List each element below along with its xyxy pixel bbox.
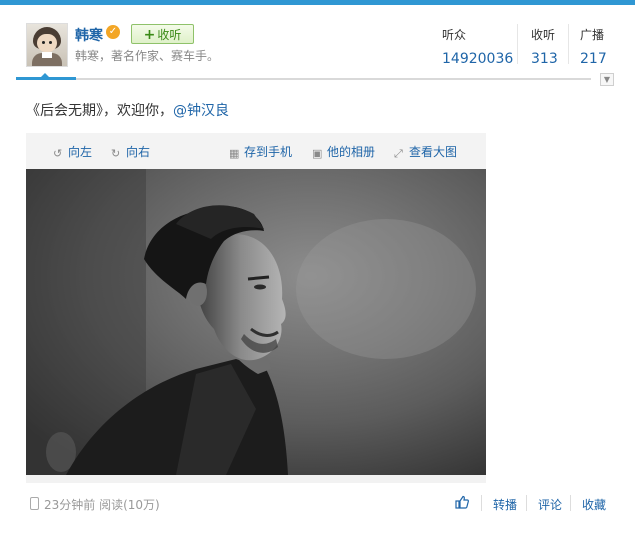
chevron-down-icon[interactable]: ▼ xyxy=(600,73,614,86)
profile-bio: 韩寒，著名作家、赛车手。 xyxy=(75,49,220,63)
post-meta: 23分钟前 阅读(10万) xyxy=(30,496,160,513)
divider xyxy=(481,495,482,511)
stat-following[interactable]: 收听 313 xyxy=(531,26,558,67)
rotate-right-label: 向右 xyxy=(126,145,151,159)
album-button[interactable]: ▣ 他的相册 xyxy=(312,143,375,160)
divider xyxy=(570,495,571,511)
follow-button-label: 收听 xyxy=(157,28,182,42)
post-text: 《后会无期》，欢迎你， xyxy=(26,103,173,119)
tab-underline xyxy=(16,78,591,80)
plus-icon: + xyxy=(143,27,156,43)
divider xyxy=(526,495,527,511)
post-photo[interactable] xyxy=(26,169,486,475)
rotate-right-button[interactable]: ↻ 向右 xyxy=(111,143,150,160)
post-time[interactable]: 23分钟前 xyxy=(44,498,95,512)
top-accent-bar xyxy=(0,0,635,5)
stat-value[interactable]: 217 xyxy=(580,51,607,67)
view-large-label: 查看大图 xyxy=(409,145,458,159)
stat-broadcasts[interactable]: 广播 217 xyxy=(580,26,607,67)
save-to-phone-button[interactable]: ▦ 存到手机 xyxy=(229,143,292,160)
read-count: 阅读(10万) xyxy=(99,498,160,512)
favorite-button[interactable]: 收藏 xyxy=(582,496,606,513)
comment-button[interactable]: 评论 xyxy=(538,496,562,513)
tab-caret-icon xyxy=(40,73,50,78)
avatar[interactable] xyxy=(26,23,68,67)
save-to-phone-label: 存到手机 xyxy=(244,145,293,159)
stat-label: 收听 xyxy=(531,28,556,42)
stat-value[interactable]: 14920036 xyxy=(442,51,513,67)
profile-name[interactable]: 韩寒 xyxy=(75,25,103,45)
phone-icon xyxy=(30,497,39,510)
repost-button[interactable]: 转播 xyxy=(493,496,517,513)
photo-bottom-border xyxy=(26,475,486,483)
follow-button[interactable]: + 收听 xyxy=(131,24,194,44)
save-phone-icon: ▦ xyxy=(229,147,240,160)
view-large-icon: ⤢ xyxy=(394,147,403,160)
image-toolbar: ↺ 向左 ↻ 向右 ▦ 存到手机 ▣ 他的相册 ⤢ 查看大图 xyxy=(26,133,486,169)
album-label: 他的相册 xyxy=(327,145,376,159)
rotate-left-icon: ↺ xyxy=(53,147,63,160)
stat-label: 广播 xyxy=(580,28,605,42)
thumbs-up-icon[interactable] xyxy=(455,495,469,509)
divider xyxy=(517,24,518,64)
divider xyxy=(568,24,569,64)
rotate-left-label: 向左 xyxy=(68,145,93,159)
rotate-right-icon: ↻ xyxy=(111,147,121,160)
stat-listeners[interactable]: 听众 14920036 xyxy=(442,26,513,67)
view-large-button[interactable]: ⤢ 查看大图 xyxy=(394,143,457,160)
stat-value[interactable]: 313 xyxy=(531,51,558,67)
post-content: 《后会无期》，欢迎你，@钟汉良 xyxy=(26,100,229,120)
photo-image xyxy=(26,169,486,475)
verified-icon: ✓ xyxy=(106,25,120,39)
mention-link[interactable]: @钟汉良 xyxy=(173,103,229,119)
stat-label: 听众 xyxy=(442,28,467,42)
album-icon: ▣ xyxy=(312,147,323,160)
rotate-left-button[interactable]: ↺ 向左 xyxy=(53,143,92,160)
